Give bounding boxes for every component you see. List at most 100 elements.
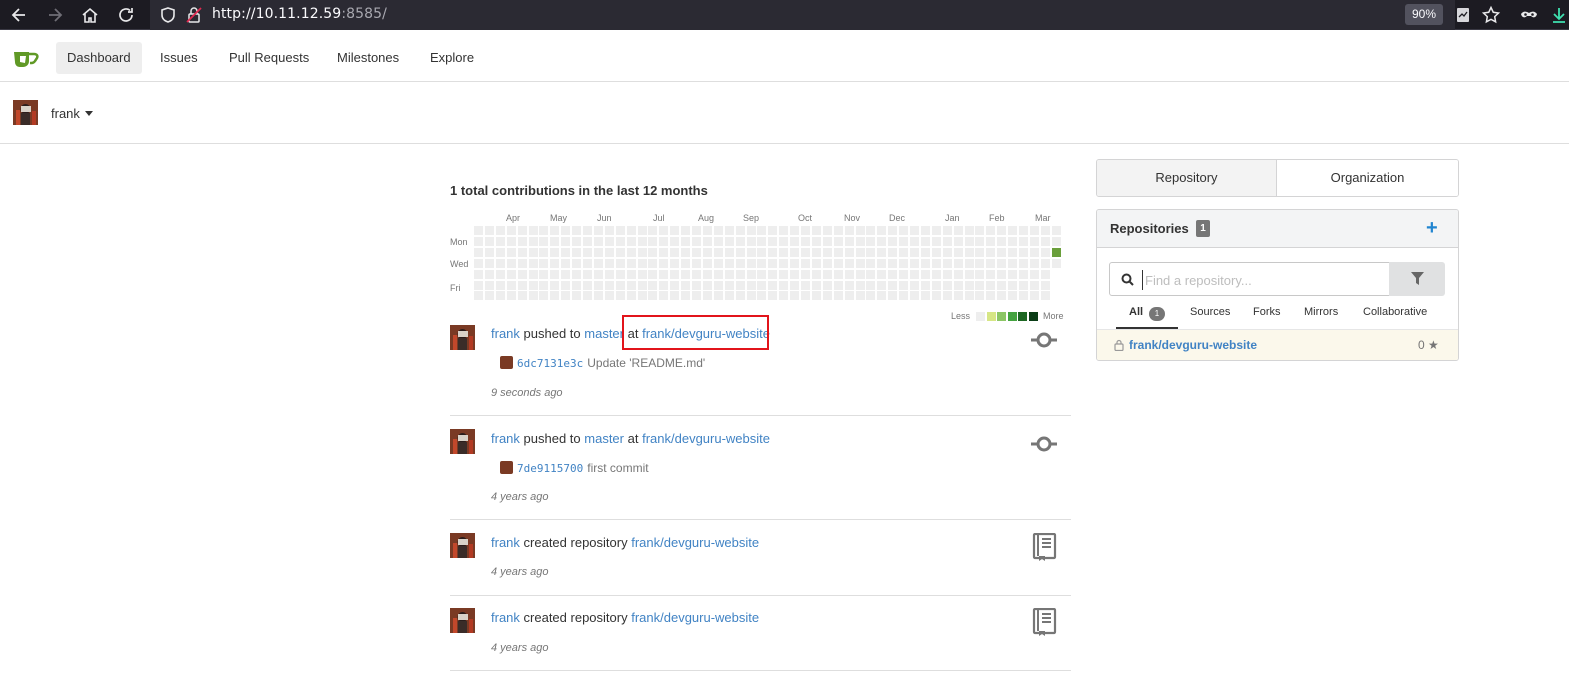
heatmap-cell[interactable] <box>692 247 701 257</box>
heatmap-cell[interactable] <box>659 291 669 301</box>
heatmap-cell[interactable] <box>506 247 516 257</box>
heatmap-cell[interactable] <box>768 226 778 235</box>
heatmap-cell[interactable] <box>855 247 865 257</box>
heatmap-cell[interactable] <box>615 226 625 235</box>
heatmap-cell[interactable] <box>692 269 701 279</box>
forward-arrow-icon[interactable] <box>45 5 65 25</box>
tab-organization[interactable]: Organization <box>1277 160 1458 196</box>
heatmap-cell[interactable] <box>517 226 527 235</box>
heatmap-cell[interactable] <box>910 269 919 279</box>
heatmap-cell[interactable] <box>790 247 800 257</box>
search-input[interactable] <box>1142 270 1382 290</box>
heatmap-cell[interactable] <box>648 269 658 279</box>
heatmap-cell[interactable] <box>702 258 712 268</box>
heatmap-cell[interactable] <box>495 269 505 279</box>
heatmap-cell[interactable] <box>670 280 680 290</box>
heatmap-cell[interactable] <box>474 258 483 268</box>
heatmap-cell[interactable] <box>681 236 691 246</box>
heatmap-cell[interactable] <box>724 291 734 301</box>
heatmap-cell[interactable] <box>964 269 974 279</box>
heatmap-cell[interactable] <box>702 269 712 279</box>
heatmap-cell[interactable] <box>1019 247 1028 257</box>
heatmap-cell[interactable] <box>833 291 843 301</box>
heatmap-cell[interactable] <box>648 280 658 290</box>
heatmap-cell[interactable] <box>692 258 701 268</box>
heatmap-cell[interactable] <box>899 291 909 301</box>
heatmap-cell[interactable] <box>637 269 647 279</box>
heatmap-cell[interactable] <box>986 280 996 290</box>
heatmap-cell[interactable] <box>626 258 636 268</box>
heatmap-cell[interactable] <box>899 236 909 246</box>
heatmap-cell[interactable] <box>637 258 647 268</box>
heatmap-cell[interactable] <box>920 291 930 301</box>
heatmap-cell[interactable] <box>626 236 636 246</box>
heatmap-cell[interactable] <box>659 258 669 268</box>
heatmap-cell[interactable] <box>528 291 538 301</box>
heatmap-cell[interactable] <box>910 226 919 235</box>
heatmap-cell[interactable] <box>702 236 712 246</box>
heatmap-cell[interactable] <box>681 280 691 290</box>
zoom-level[interactable]: 90% <box>1405 4 1443 25</box>
heatmap-cell[interactable] <box>648 247 658 257</box>
heatmap-cell[interactable] <box>604 226 614 235</box>
heatmap-cell[interactable] <box>877 258 887 268</box>
heatmap-cell[interactable] <box>528 236 538 246</box>
heatmap-cell[interactable] <box>899 226 909 235</box>
filter-tab-forks[interactable]: Forks <box>1253 306 1281 318</box>
heatmap-cell[interactable] <box>528 226 538 235</box>
heatmap-cell[interactable] <box>495 258 505 268</box>
heatmap-cell[interactable] <box>779 247 789 257</box>
heatmap-cell[interactable] <box>1019 280 1028 290</box>
heatmap-cell[interactable] <box>844 236 854 246</box>
heatmap-cell[interactable] <box>779 291 789 301</box>
heatmap-cell[interactable] <box>517 247 527 257</box>
heatmap-cell[interactable] <box>1019 236 1028 246</box>
heatmap-cell[interactable] <box>997 280 1007 290</box>
heatmap-cell[interactable] <box>648 236 658 246</box>
heatmap-cell[interactable] <box>593 236 603 246</box>
heatmap-cell[interactable] <box>811 291 821 301</box>
heatmap-cell[interactable] <box>561 247 571 257</box>
heatmap-cell[interactable] <box>964 236 974 246</box>
heatmap-cell[interactable] <box>779 236 789 246</box>
heatmap-cell[interactable] <box>724 236 734 246</box>
heatmap-cell[interactable] <box>768 258 778 268</box>
heatmap-cell[interactable] <box>779 226 789 235</box>
heatmap-cell[interactable] <box>572 269 582 279</box>
heatmap-cell[interactable] <box>528 280 538 290</box>
heatmap-cell[interactable] <box>1029 280 1039 290</box>
heatmap-cell[interactable] <box>670 236 680 246</box>
heatmap-cell[interactable] <box>986 291 996 301</box>
heatmap-cell[interactable] <box>975 280 985 290</box>
heatmap-cell[interactable] <box>942 247 952 257</box>
heatmap-cell[interactable] <box>779 280 789 290</box>
avatar[interactable] <box>450 429 475 454</box>
heatmap-cell[interactable] <box>964 291 974 301</box>
heatmap-cell[interactable] <box>953 247 963 257</box>
heatmap-cell[interactable] <box>1029 236 1039 246</box>
heatmap-cell[interactable] <box>550 226 560 235</box>
heatmap-cell[interactable] <box>648 258 658 268</box>
heatmap-cell[interactable] <box>550 247 560 257</box>
heatmap-cell[interactable] <box>866 236 876 246</box>
heatmap-cell[interactable] <box>768 236 778 246</box>
heatmap-cell[interactable] <box>724 247 734 257</box>
heatmap-cell[interactable] <box>626 226 636 235</box>
heatmap-cell[interactable] <box>528 247 538 257</box>
heatmap-cell[interactable] <box>757 226 767 235</box>
heatmap-cell[interactable] <box>822 258 832 268</box>
heatmap-cell[interactable] <box>975 258 985 268</box>
heatmap-cell[interactable] <box>474 236 483 246</box>
heatmap-cell[interactable] <box>572 226 582 235</box>
heatmap-cell[interactable] <box>670 269 680 279</box>
avatar[interactable] <box>450 533 475 558</box>
heatmap-cell[interactable] <box>474 269 483 279</box>
heatmap-cell[interactable] <box>910 291 919 301</box>
heatmap-cell[interactable] <box>866 269 876 279</box>
heatmap-cell[interactable] <box>888 291 898 301</box>
home-icon[interactable] <box>80 5 100 25</box>
heatmap-cell[interactable] <box>604 269 614 279</box>
heatmap-cell[interactable] <box>681 291 691 301</box>
heatmap-cell[interactable] <box>975 247 985 257</box>
heatmap-cell[interactable] <box>801 247 810 257</box>
